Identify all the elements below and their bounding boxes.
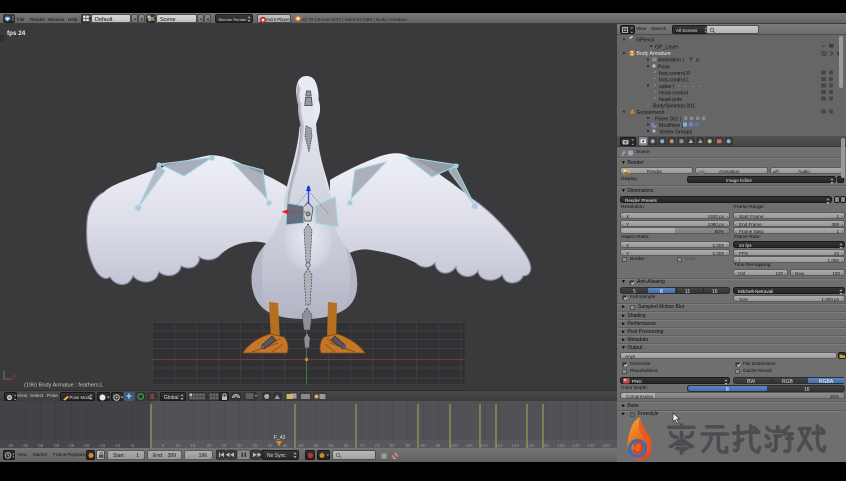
svg-text:x: x — [14, 373, 17, 378]
svg-text:GPencil: GPencil — [636, 38, 654, 44]
svg-text:head-control: head-control — [659, 91, 688, 97]
svg-text:Vertex Groups: Vertex Groups — [659, 130, 693, 136]
svg-text:Goosemesh: Goosemesh — [637, 110, 665, 116]
svg-text:Animation |: Animation | — [658, 58, 684, 64]
svg-text:BodySkeleton.001: BodySkeleton.001 — [653, 104, 695, 110]
svg-text:Pose: Pose — [658, 65, 670, 71]
svg-text:Body Armature: Body Armature — [637, 51, 671, 57]
svg-text:F_43: F_43 — [274, 435, 286, 441]
svg-text:head-pole: head-pole — [659, 97, 682, 103]
svg-text:(196) Body Armatue : feathers.: (196) Body Armatue : feathers.L — [24, 383, 103, 389]
svg-text:spine |: spine | — [659, 84, 674, 90]
svg-text:foot-control.L: foot-control.L — [659, 78, 689, 84]
svg-text:GP_Layer: GP_Layer — [655, 45, 679, 51]
svg-text:foot-control.R: foot-control.R — [659, 71, 690, 77]
svg-text:Plane.001 |: Plane.001 | — [655, 117, 681, 123]
svg-text:Modifiers |: Modifiers | — [659, 123, 683, 129]
svg-text:fps 24: fps 24 — [7, 30, 26, 37]
